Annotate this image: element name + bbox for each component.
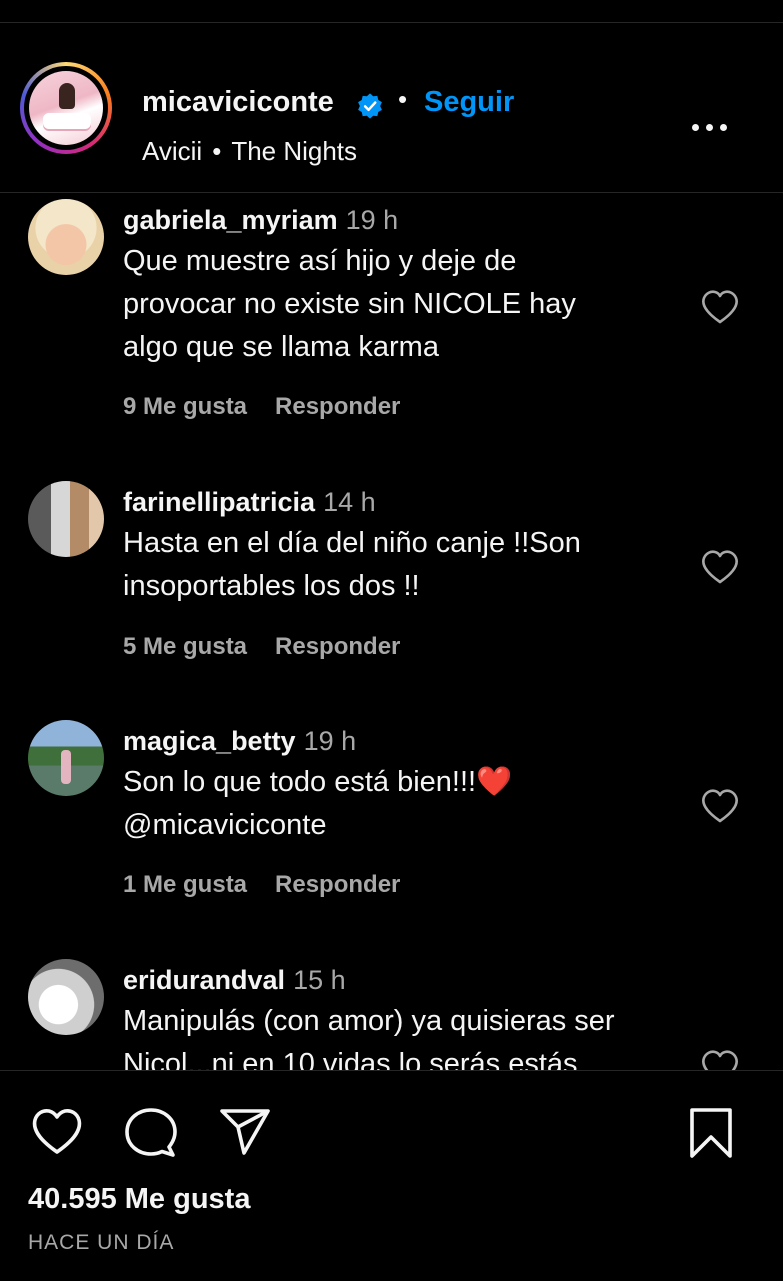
more-options-icon[interactable] bbox=[690, 112, 730, 142]
comment-username[interactable]: farinellipatricia bbox=[123, 487, 315, 517]
comments-list[interactable]: gabriela_myriam 19 h Que muestre así hijo… bbox=[0, 193, 783, 1070]
header-username[interactable]: micaviciconte bbox=[142, 86, 334, 119]
comment-line: Hasta en el día del niño canje !!Son bbox=[123, 527, 581, 559]
comment-actions: 1 Me gusta Responder bbox=[123, 871, 400, 899]
comment-like-heart-icon[interactable] bbox=[700, 1049, 740, 1070]
comment-time: 15 h bbox=[293, 965, 346, 995]
comment-likes-count[interactable]: 1 Me gusta bbox=[123, 871, 247, 898]
comment-username[interactable]: eridurandval bbox=[123, 965, 285, 995]
comment-like-heart-icon[interactable] bbox=[700, 289, 740, 325]
comment-header: farinellipatricia 14 h bbox=[123, 487, 376, 518]
audio-track: The Nights bbox=[231, 136, 358, 166]
comment-text: Son lo que todo está bien!!!❤️ @micavici… bbox=[123, 761, 683, 847]
comment-likes-count[interactable]: 5 Me gusta bbox=[123, 633, 247, 660]
comment-text: Manipulás (con amor) ya quisieras ser Ni… bbox=[123, 1000, 683, 1070]
comment-header: magica_betty 19 h bbox=[123, 726, 356, 757]
commenter-avatar[interactable] bbox=[28, 720, 104, 796]
verified-badge-icon bbox=[358, 93, 382, 119]
more-dot bbox=[706, 124, 713, 131]
post-date: HACE UN DÍA bbox=[28, 1231, 175, 1254]
commenter-avatar[interactable] bbox=[28, 481, 104, 557]
comment-bubble-icon[interactable] bbox=[124, 1107, 178, 1159]
post-likes-count[interactable]: 40.595 Me gusta bbox=[28, 1183, 250, 1216]
comment-time: 14 h bbox=[323, 487, 376, 517]
comment-line: provocar no existe sin NICOLE hay bbox=[123, 288, 576, 320]
audio-artist: Avicii bbox=[142, 136, 203, 166]
comment-actions: 9 Me gusta Responder bbox=[123, 393, 400, 421]
comment-line: algo que se llama karma bbox=[123, 331, 439, 363]
comment-line: @micaviciconte bbox=[123, 809, 327, 841]
comment-header: gabriela_myriam 19 h bbox=[123, 205, 398, 236]
follow-button[interactable]: Seguir bbox=[424, 86, 514, 119]
comment-time: 19 h bbox=[303, 726, 357, 756]
status-bar-area bbox=[0, 0, 783, 23]
like-heart-icon[interactable] bbox=[30, 1107, 84, 1157]
comment-text: Hasta en el día del niño canje !!Son ins… bbox=[123, 522, 683, 608]
post-header: micaviciconte • Seguir Avicii • The Nights bbox=[0, 22, 783, 193]
reply-button[interactable]: Responder bbox=[275, 871, 400, 898]
comment-likes-count[interactable]: 9 Me gusta bbox=[123, 393, 247, 420]
comment-line: insoportables los dos !! bbox=[123, 570, 420, 602]
commenter-avatar[interactable] bbox=[28, 199, 104, 275]
comment-line: Nicol...ni en 10 vidas lo serás estás bbox=[123, 1048, 578, 1070]
more-dot bbox=[692, 124, 699, 131]
story-avatar[interactable] bbox=[20, 62, 112, 154]
comment-like-heart-icon[interactable] bbox=[700, 549, 740, 585]
post-action-bar: 40.595 Me gusta HACE UN DÍA bbox=[0, 1070, 783, 1281]
header-dot: • bbox=[398, 84, 408, 114]
comment-like-heart-icon[interactable] bbox=[700, 788, 740, 824]
audio-separator: • bbox=[212, 136, 222, 166]
comment-line: Que muestre así hijo y deje de bbox=[123, 245, 517, 277]
comment-username[interactable]: magica_betty bbox=[123, 726, 296, 756]
commenter-avatar[interactable] bbox=[28, 959, 104, 1035]
comment-line: Son lo que todo está bien!!!❤️ bbox=[123, 766, 513, 798]
comment-line: Manipulás (con amor) ya quisieras ser bbox=[123, 1005, 615, 1037]
avatar-photo bbox=[29, 71, 103, 145]
comment-time: 19 h bbox=[345, 205, 399, 235]
comment-header: eridurandval 15 h bbox=[123, 965, 346, 996]
audio-info[interactable]: Avicii • The Nights bbox=[142, 136, 357, 167]
reply-button[interactable]: Responder bbox=[275, 633, 400, 660]
reply-button[interactable]: Responder bbox=[275, 393, 400, 420]
save-bookmark-icon[interactable] bbox=[688, 1107, 734, 1159]
comment-username[interactable]: gabriela_myriam bbox=[123, 205, 338, 235]
share-send-icon[interactable] bbox=[218, 1107, 272, 1157]
more-dot bbox=[720, 124, 727, 131]
comment-actions: 5 Me gusta Responder bbox=[123, 633, 400, 661]
comment-text: Que muestre así hijo y deje de provocar … bbox=[123, 240, 683, 369]
